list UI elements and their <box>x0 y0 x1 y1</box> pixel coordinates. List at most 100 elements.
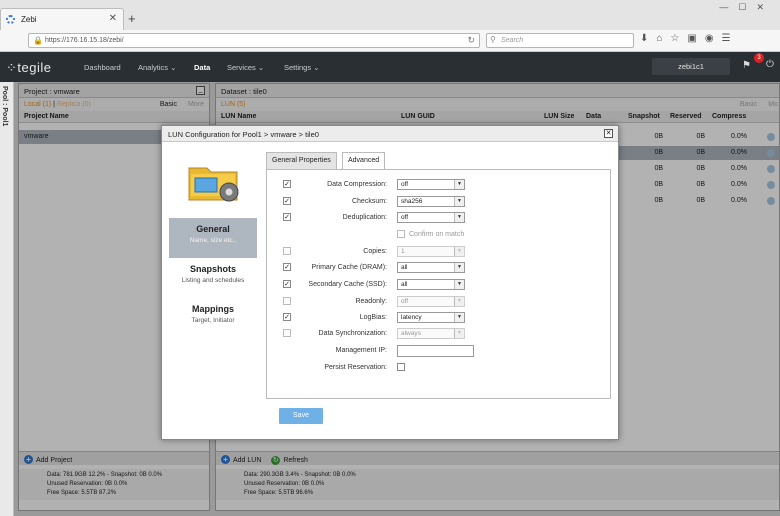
logbias-select[interactable]: latency ▼ <box>397 312 465 323</box>
data-synchronization-select[interactable]: always ▼ <box>397 328 465 339</box>
field-row-management-ip: Management IP: <box>267 345 612 357</box>
deduplication-checkbox[interactable]: ✓ <box>283 213 291 221</box>
lock-icon: 🔒 <box>33 36 43 45</box>
browser-tab[interactable]: Zebi ✕ <box>0 8 124 30</box>
flag-icon[interactable]: ⚑ <box>742 60 751 71</box>
logbias-checkbox[interactable]: ✓ <box>283 313 291 321</box>
persist-reservation-checkbox[interactable] <box>397 363 405 371</box>
chevron-down-icon: ▼ <box>454 297 464 306</box>
field-row-readonly: Readonly: off ▼ <box>267 296 612 308</box>
data-compression-checkbox[interactable]: ✓ <box>283 180 291 188</box>
dialog-sidebar: General Name, size etc., Snapshots Listi… <box>169 150 257 350</box>
field-row-primary-cache: ✓ Primary Cache (DRAM): all ▼ <box>267 262 612 274</box>
field-row-data-compression: ✓ Data Compression: off ▼ <box>267 179 612 191</box>
confirm-on-match-label: Confirm on match <box>409 231 465 238</box>
sidebar-item-mappings[interactable]: Mappings Target, Initiator <box>169 298 257 338</box>
browser-toolbar-icons[interactable]: ⬇⌂☆▣◉☰ <box>640 33 739 44</box>
readonly-select[interactable]: off ▼ <box>397 296 465 307</box>
readonly-checkbox[interactable] <box>283 297 291 305</box>
sidebar-item-subtitle: Listing and schedules <box>181 277 245 284</box>
select-value: all <box>401 281 408 288</box>
close-icon[interactable]: ✕ <box>604 129 613 138</box>
chevron-down-icon: ▼ <box>454 263 464 272</box>
field-row-copies: Copies: 1 ▼ <box>267 246 612 258</box>
sidebar-item-subtitle: Target, Initiator <box>191 317 235 324</box>
field-row-checksum: ✓ Checksum: sha256 ▼ <box>267 196 612 208</box>
nav-services[interactable]: Services ⌄ <box>227 63 264 72</box>
select-value: off <box>401 214 409 221</box>
chevron-down-icon: ▼ <box>454 247 464 256</box>
nav-data[interactable]: Data <box>194 63 210 72</box>
tab-advanced[interactable]: Advanced <box>342 152 386 170</box>
copies-select[interactable]: 1 ▼ <box>397 246 465 257</box>
tab-general-properties[interactable]: General Properties <box>266 152 337 169</box>
sidebar-item-general[interactable]: General Name, size etc., <box>169 218 257 258</box>
nav-analytics[interactable]: Analytics ⌄ <box>138 63 176 72</box>
sidebar-item-snapshots[interactable]: Snapshots Listing and schedules <box>169 258 257 298</box>
zebi-favicon-icon <box>6 15 15 24</box>
power-icon[interactable]: ⏻ <box>766 59 774 70</box>
nav-settings[interactable]: Settings ⌄ <box>284 63 319 72</box>
field-label: Data Compression: <box>327 181 387 188</box>
lun-config-dialog: LUN Configuration for Pool1 > vmware > t… <box>161 125 619 440</box>
nav-settings-label: Settings <box>284 63 312 72</box>
select-value: all <box>401 264 408 271</box>
field-label: Copies: <box>363 248 387 255</box>
reload-icon[interactable]: ↻ <box>467 35 475 46</box>
close-tab-icon[interactable]: ✕ <box>109 13 117 24</box>
data-synchronization-checkbox[interactable] <box>283 329 291 337</box>
field-label: Data Synchronization: <box>318 330 387 337</box>
field-label: Persist Reservation: <box>324 364 387 371</box>
chevron-down-icon: ▼ <box>454 197 464 206</box>
field-row-logbias: ✓ LogBias: latency ▼ <box>267 312 612 324</box>
browser-search-input[interactable]: ⚲ Search <box>486 33 634 48</box>
tegile-logo: ⁘tegile <box>6 60 52 75</box>
checksum-select[interactable]: sha256 ▼ <box>397 196 465 207</box>
secondary-cache-select[interactable]: all ▼ <box>397 279 465 290</box>
data-compression-select[interactable]: off ▼ <box>397 179 465 190</box>
copies-checkbox[interactable] <box>283 247 291 255</box>
window-controls[interactable]: —☐✕ <box>719 2 774 13</box>
confirm-on-match-checkbox[interactable] <box>397 230 405 238</box>
primary-cache-select[interactable]: all ▼ <box>397 262 465 273</box>
field-label: Checksum: <box>351 198 387 205</box>
management-ip-input[interactable] <box>397 345 474 357</box>
secondary-cache-checkbox[interactable]: ✓ <box>283 280 291 288</box>
url-text: https://176.16.15.18/zebi/ <box>45 37 124 44</box>
primary-cache-checkbox[interactable]: ✓ <box>283 263 291 271</box>
pool-label: Pool : Pool1 <box>1 86 8 127</box>
new-tab-button[interactable]: + <box>128 11 136 26</box>
select-value: off <box>401 298 409 305</box>
nav-analytics-label: Analytics <box>138 63 169 72</box>
field-label: LogBias: <box>359 314 387 321</box>
url-bar[interactable]: 🔒 https://176.16.15.18/zebi/ ↻ <box>28 33 480 48</box>
search-icon: ⚲ <box>490 35 496 44</box>
field-label: Readonly: <box>355 298 387 305</box>
chevron-down-icon: ▼ <box>454 280 464 289</box>
folder-settings-icon <box>188 167 239 202</box>
field-label: Secondary Cache (SSD): <box>308 281 387 288</box>
browser-tab-bar: Zebi ✕ + —☐✕ <box>0 0 780 30</box>
field-row-confirm-on-match: Confirm on match <box>267 229 612 241</box>
field-label: Primary Cache (DRAM): <box>311 264 387 271</box>
select-value: sha256 <box>401 198 423 205</box>
save-button[interactable]: Save <box>279 408 323 424</box>
dialog-title-text: LUN Configuration for Pool1 > vmware > t… <box>168 130 319 139</box>
deduplication-select[interactable]: off ▼ <box>397 212 465 223</box>
notification-badge: 3 <box>754 53 764 63</box>
chevron-down-icon: ▼ <box>454 180 464 189</box>
sidebar-item-title: Snapshots <box>189 264 236 274</box>
field-row-secondary-cache: ✓ Secondary Cache (SSD): all ▼ <box>267 279 612 291</box>
nav-dashboard[interactable]: Dashboard <box>84 63 121 72</box>
sidebar-item-title: Mappings <box>192 304 234 314</box>
chevron-down-icon: ▼ <box>454 313 464 322</box>
nav-services-label: Services <box>227 63 256 72</box>
sidebar-item-title: General <box>196 224 230 234</box>
checksum-checkbox[interactable]: ✓ <box>283 197 291 205</box>
browser-tab-title: Zebi <box>21 15 37 24</box>
select-value: latency <box>401 314 422 321</box>
user-menu[interactable]: zebi1c1 <box>652 58 730 75</box>
sidebar-item-subtitle: Name, size etc., <box>189 237 237 244</box>
pool-sidebar[interactable]: Pool : Pool1 <box>0 82 14 516</box>
field-label: Deduplication: <box>342 214 387 221</box>
